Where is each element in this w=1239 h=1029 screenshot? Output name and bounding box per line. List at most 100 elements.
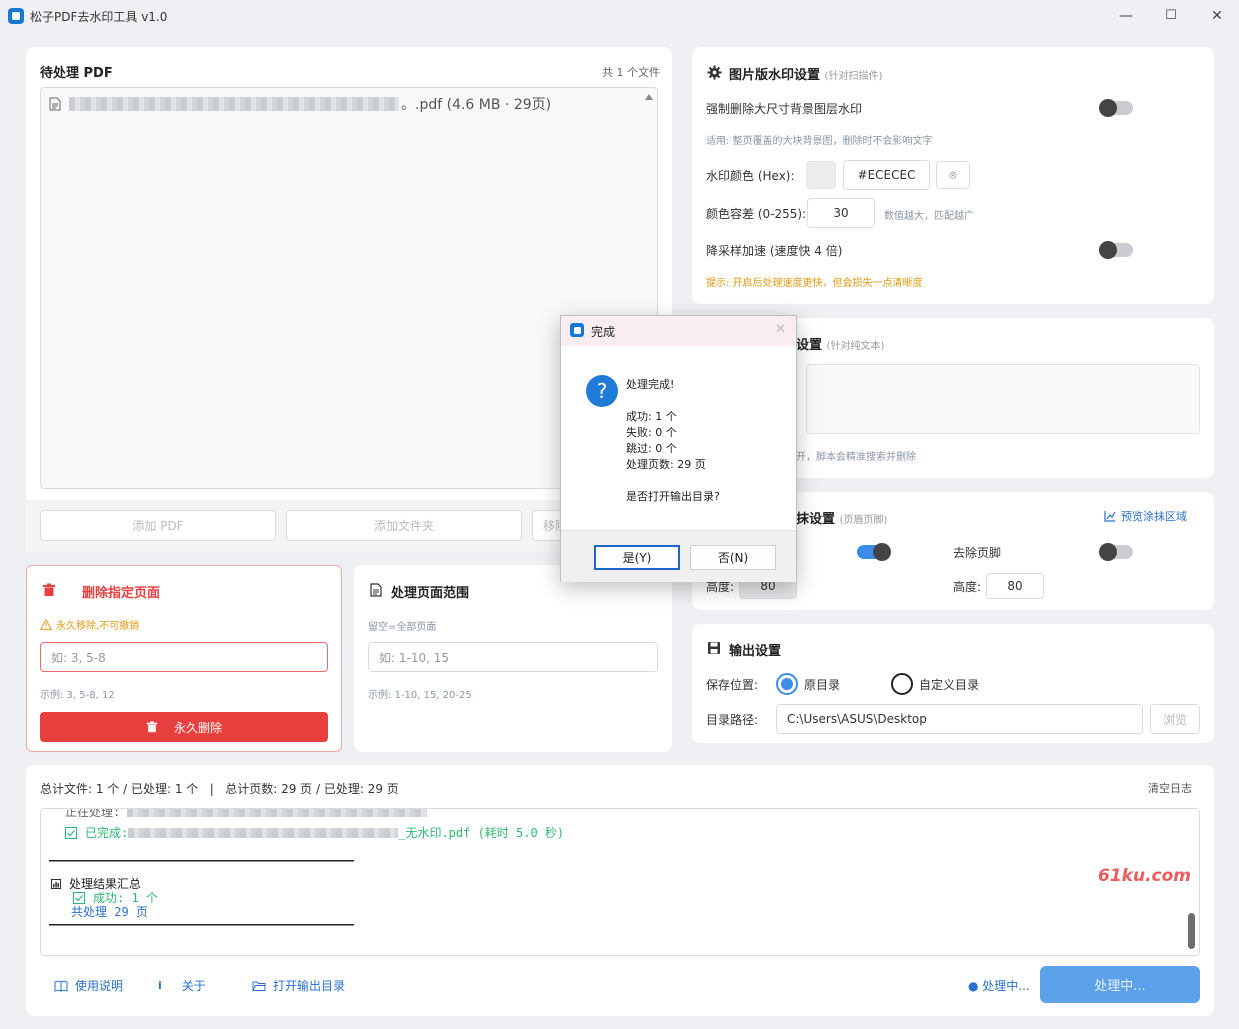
add-folder-button[interactable]: 添加文件夹 [286, 510, 522, 541]
dialog-skipped: 跳过: 0 个 [626, 442, 677, 455]
log-area[interactable]: 正在处理: 已完成: _无水印.pdf (耗时 5.0 秒) —————————… [40, 808, 1200, 956]
scroll-up-icon[interactable] [645, 94, 653, 100]
color-swatch[interactable] [806, 161, 836, 189]
preview-icon [1104, 511, 1116, 522]
downsample-toggle[interactable] [1099, 241, 1133, 259]
delete-warning: 永久移除,不可撤销 [40, 617, 139, 632]
chart-icon [51, 878, 61, 889]
maximize-button[interactable]: ☐ [1149, 4, 1193, 28]
gear-icon [707, 65, 722, 80]
page-range-title: 处理页面范围 [391, 586, 470, 601]
color-hex-input[interactable]: #ECECEC [843, 160, 930, 190]
log-partial-text: 正在处理: [65, 808, 128, 819]
radio-custom-label: 自定义目录 [919, 678, 980, 692]
remove-footer-label: 去除页脚 [953, 546, 1002, 560]
text-watermark-title-text: 设置 [796, 338, 823, 353]
image-watermark-title-text: 图片版水印设置 [729, 68, 821, 83]
image-watermark-title: 图片版水印设置 (针对扫描件) [729, 64, 882, 83]
radio-custom-dir[interactable] [891, 673, 913, 695]
delete-pages-input[interactable]: 如: 3, 5-8 [40, 642, 328, 672]
log-divider-2: ————————————————————————————————————————… [49, 917, 354, 931]
blurred-filename [128, 827, 399, 838]
output-path-input[interactable]: C:\Users\ASUS\Desktop [776, 704, 1143, 734]
log-divider: ————————————————————————————————————————… [49, 853, 354, 867]
output-settings-title: 输出设置 [729, 644, 782, 659]
help-label: 使用说明 [75, 979, 124, 993]
dialog-no-button[interactable]: 否(N) [690, 545, 776, 570]
save-icon [708, 642, 720, 654]
log-done-line: 已完成: _无水印.pdf (耗时 5.0 秒) [65, 824, 564, 841]
warning-icon [40, 619, 52, 630]
dialog-heading: 处理完成! [626, 378, 675, 391]
log-done-prefix: 已完成: [85, 826, 129, 840]
file-count: 共 1 个文件 [602, 66, 660, 79]
remove-header-toggle[interactable] [857, 543, 891, 561]
check-icon [65, 826, 77, 839]
dialog-yes-button[interactable]: 是(Y) [594, 545, 680, 570]
page-range-input[interactable]: 如: 1-10, 15 [368, 642, 658, 672]
delete-pages-example: 示例: 3, 5-8, 12 [40, 690, 115, 701]
completion-dialog: 完成 ✕ ? 处理完成! 成功: 1 个 失败: 0 个 跳过: 0 个 处理页… [560, 315, 797, 582]
page-range-example: 示例: 1-10, 15, 20-25 [368, 690, 472, 701]
process-button[interactable]: 处理中... [1040, 966, 1200, 1003]
radio-original-label: 原目录 [804, 678, 841, 692]
delete-pages-title: 删除指定页面 [82, 586, 161, 601]
check-icon [73, 891, 85, 904]
open-output-label: 打开输出目录 [273, 979, 346, 993]
help-link[interactable]: 使用说明 [54, 977, 123, 994]
force-remove-label: 强制删除大尺寸背景图层水印 [706, 102, 863, 116]
browse-button[interactable]: 浏览 [1150, 704, 1200, 734]
color-label: 水印颜色 (Hex): [706, 169, 795, 183]
text-watermark-title: 设置 (针对纯文本) [796, 334, 884, 353]
toggle-knob [873, 543, 891, 561]
log-done-suffix: _无水印.pdf (耗时 5.0 秒) [398, 826, 565, 840]
footer-height-input[interactable]: 80 [986, 573, 1044, 599]
log-scrollbar[interactable] [1188, 913, 1195, 949]
delete-warning-text: 永久移除,不可撤销 [56, 621, 140, 632]
radio-original-dir[interactable] [776, 673, 798, 695]
file-size-label: 。.pdf (4.6 MB · 29页) [401, 97, 552, 113]
dialog-close-icon[interactable]: ✕ [775, 322, 786, 337]
minimize-button[interactable]: — [1104, 4, 1148, 28]
radio-dot [781, 678, 793, 690]
image-watermark-subtitle: (针对扫描件) [824, 71, 883, 82]
book-icon [54, 980, 68, 992]
document-icon [370, 583, 382, 597]
clear-log-button[interactable]: 清空日志 [1148, 780, 1192, 796]
erase-settings-title-text: 抹设置 [796, 512, 836, 527]
title-bar: 松子PDF去水印工具 v1.0 — ☐ ✕ [0, 0, 1239, 32]
preview-erase-link[interactable]: 预览涂抹区域 [1104, 508, 1187, 524]
tolerance-input[interactable]: 30 [807, 198, 875, 228]
question-icon: ? [586, 375, 618, 407]
dialog-title: 完成 [591, 325, 616, 339]
tolerance-label: 颜色容差 (0-255): [706, 207, 807, 221]
dialog-pages: 处理页数: 29 页 [626, 458, 706, 471]
open-output-link[interactable]: 打开输出目录 [252, 977, 345, 994]
list-item[interactable]: 。.pdf (4.6 MB · 29页) [49, 94, 551, 114]
toggle-knob [1099, 543, 1117, 561]
force-remove-hint: 适用: 整页覆盖的大块背景图，删除时不会影响文字 [706, 136, 933, 147]
trash-icon [43, 583, 55, 596]
about-link[interactable]: i 关于 [158, 977, 206, 994]
watermark-text-area[interactable] [806, 364, 1200, 434]
remove-footer-toggle[interactable] [1099, 543, 1133, 561]
eyedropper-button[interactable]: ⌾ [936, 161, 970, 189]
erase-settings-title: 抹设置 (页眉页脚) [796, 508, 887, 527]
pending-pdf-title: 待处理 PDF [40, 66, 113, 81]
close-window-button[interactable]: ✕ [1195, 4, 1239, 28]
eyedropper-icon: ⌾ [949, 167, 957, 182]
erase-settings-subtitle: (页眉页脚) [839, 515, 888, 526]
status-summary: 总计文件: 1 个 / 已处理: 1 个 | 总计页数: 29 页 / 已处理:… [40, 782, 399, 796]
about-label: 关于 [181, 979, 206, 993]
blurred-filename [127, 809, 428, 817]
blurred-filename [69, 97, 399, 111]
toggle-knob [1099, 241, 1117, 259]
add-pdf-button[interactable]: 添加 PDF [40, 510, 276, 541]
permanent-delete-label: 永久删除 [173, 720, 222, 735]
toggle-knob [1099, 99, 1117, 117]
trash-icon [146, 721, 158, 733]
permanent-delete-button[interactable]: 永久删除 [40, 712, 328, 742]
tolerance-hint: 数值越大，匹配越广 [884, 211, 974, 222]
force-remove-toggle[interactable] [1099, 99, 1133, 117]
dialog-header: 完成 ✕ [561, 316, 796, 346]
